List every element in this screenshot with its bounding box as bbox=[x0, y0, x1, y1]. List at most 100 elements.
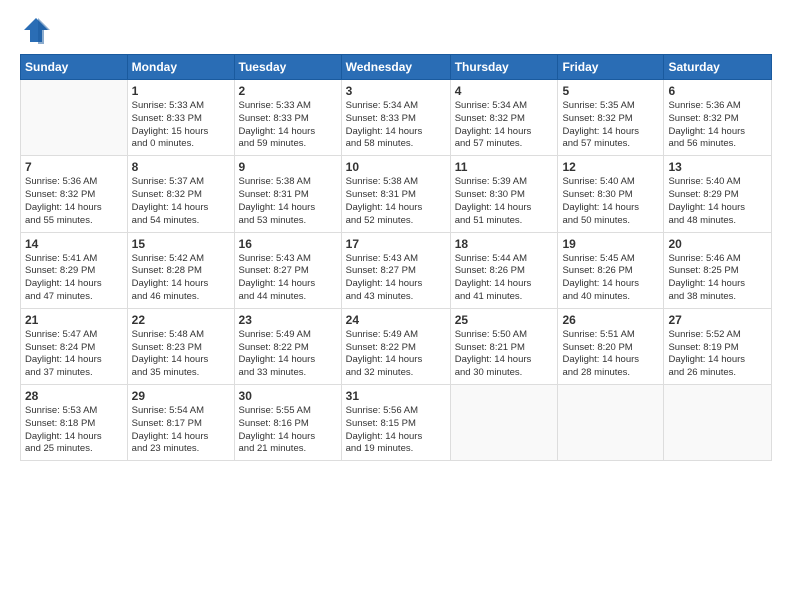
day-info: Sunrise: 5:56 AM Sunset: 8:15 PM Dayligh… bbox=[346, 405, 446, 456]
weekday-thursday: Thursday bbox=[450, 55, 558, 80]
calendar-cell: 10 Sunrise: 5:38 AM Sunset: 8:31 PM Dayli… bbox=[341, 156, 450, 232]
day-info: Sunrise: 5:35 AM Sunset: 8:32 PM Dayligh… bbox=[562, 100, 659, 151]
calendar-cell: 30 Sunrise: 5:55 AM Sunset: 8:16 PM Dayli… bbox=[234, 385, 341, 461]
calendar-cell: 17 Sunrise: 5:43 AM Sunset: 8:27 PM Dayli… bbox=[341, 232, 450, 308]
day-info: Sunrise: 5:34 AM Sunset: 8:32 PM Dayligh… bbox=[455, 100, 554, 151]
logo bbox=[20, 16, 50, 44]
day-number: 6 bbox=[668, 84, 767, 98]
day-info: Sunrise: 5:49 AM Sunset: 8:22 PM Dayligh… bbox=[239, 329, 337, 380]
day-info: Sunrise: 5:45 AM Sunset: 8:26 PM Dayligh… bbox=[562, 253, 659, 304]
day-info: Sunrise: 5:41 AM Sunset: 8:29 PM Dayligh… bbox=[25, 253, 123, 304]
calendar-cell bbox=[664, 385, 772, 461]
day-number: 31 bbox=[346, 389, 446, 403]
calendar-cell: 31 Sunrise: 5:56 AM Sunset: 8:15 PM Dayli… bbox=[341, 385, 450, 461]
day-number: 22 bbox=[132, 313, 230, 327]
weekday-saturday: Saturday bbox=[664, 55, 772, 80]
weekday-header-row: SundayMondayTuesdayWednesdayThursdayFrid… bbox=[21, 55, 772, 80]
day-number: 23 bbox=[239, 313, 337, 327]
day-number: 4 bbox=[455, 84, 554, 98]
day-number: 26 bbox=[562, 313, 659, 327]
calendar-cell: 9Sunrise: 5:38 AM Sunset: 8:31 PM Daylig… bbox=[234, 156, 341, 232]
calendar-cell: 18 Sunrise: 5:44 AM Sunset: 8:26 PM Dayli… bbox=[450, 232, 558, 308]
calendar-cell: 14 Sunrise: 5:41 AM Sunset: 8:29 PM Dayli… bbox=[21, 232, 128, 308]
day-number: 20 bbox=[668, 237, 767, 251]
day-number: 21 bbox=[25, 313, 123, 327]
calendar: SundayMondayTuesdayWednesdayThursdayFrid… bbox=[20, 54, 772, 461]
day-info: Sunrise: 5:54 AM Sunset: 8:17 PM Dayligh… bbox=[132, 405, 230, 456]
day-number: 25 bbox=[455, 313, 554, 327]
day-number: 5 bbox=[562, 84, 659, 98]
calendar-cell: 11 Sunrise: 5:39 AM Sunset: 8:30 PM Dayli… bbox=[450, 156, 558, 232]
calendar-cell: 6 Sunrise: 5:36 AM Sunset: 8:32 PM Daylig… bbox=[664, 80, 772, 156]
day-info: Sunrise: 5:40 AM Sunset: 8:30 PM Dayligh… bbox=[562, 176, 659, 227]
calendar-week-5: 28 Sunrise: 5:53 AM Sunset: 8:18 PM Dayli… bbox=[21, 385, 772, 461]
calendar-cell: 24 Sunrise: 5:49 AM Sunset: 8:22 PM Dayli… bbox=[341, 308, 450, 384]
day-info: Sunrise: 5:36 AM Sunset: 8:32 PM Dayligh… bbox=[668, 100, 767, 151]
calendar-cell bbox=[450, 385, 558, 461]
day-number: 17 bbox=[346, 237, 446, 251]
day-number: 12 bbox=[562, 160, 659, 174]
calendar-cell: 3Sunrise: 5:34 AM Sunset: 8:33 PM Daylig… bbox=[341, 80, 450, 156]
day-number: 29 bbox=[132, 389, 230, 403]
day-number: 7 bbox=[25, 160, 123, 174]
day-info: Sunrise: 5:33 AM Sunset: 8:33 PM Dayligh… bbox=[132, 100, 230, 151]
day-number: 11 bbox=[455, 160, 554, 174]
calendar-week-4: 21Sunrise: 5:47 AM Sunset: 8:24 PM Dayli… bbox=[21, 308, 772, 384]
calendar-cell: 29 Sunrise: 5:54 AM Sunset: 8:17 PM Dayli… bbox=[127, 385, 234, 461]
calendar-cell: 25 Sunrise: 5:50 AM Sunset: 8:21 PM Dayli… bbox=[450, 308, 558, 384]
calendar-cell: 5 Sunrise: 5:35 AM Sunset: 8:32 PM Daylig… bbox=[558, 80, 664, 156]
calendar-cell: 21Sunrise: 5:47 AM Sunset: 8:24 PM Dayli… bbox=[21, 308, 128, 384]
day-number: 2 bbox=[239, 84, 337, 98]
day-info: Sunrise: 5:33 AM Sunset: 8:33 PM Dayligh… bbox=[239, 100, 337, 151]
day-number: 16 bbox=[239, 237, 337, 251]
day-info: Sunrise: 5:49 AM Sunset: 8:22 PM Dayligh… bbox=[346, 329, 446, 380]
calendar-cell: 7 Sunrise: 5:36 AM Sunset: 8:32 PM Daylig… bbox=[21, 156, 128, 232]
calendar-cell bbox=[558, 385, 664, 461]
calendar-cell bbox=[21, 80, 128, 156]
day-info: Sunrise: 5:51 AM Sunset: 8:20 PM Dayligh… bbox=[562, 329, 659, 380]
calendar-cell: 13Sunrise: 5:40 AM Sunset: 8:29 PM Dayli… bbox=[664, 156, 772, 232]
header bbox=[20, 16, 772, 44]
weekday-monday: Monday bbox=[127, 55, 234, 80]
weekday-sunday: Sunday bbox=[21, 55, 128, 80]
calendar-cell: 15 Sunrise: 5:42 AM Sunset: 8:28 PM Dayli… bbox=[127, 232, 234, 308]
day-info: Sunrise: 5:52 AM Sunset: 8:19 PM Dayligh… bbox=[668, 329, 767, 380]
day-number: 27 bbox=[668, 313, 767, 327]
day-info: Sunrise: 5:34 AM Sunset: 8:33 PM Dayligh… bbox=[346, 100, 446, 151]
calendar-week-2: 7 Sunrise: 5:36 AM Sunset: 8:32 PM Daylig… bbox=[21, 156, 772, 232]
day-info: Sunrise: 5:42 AM Sunset: 8:28 PM Dayligh… bbox=[132, 253, 230, 304]
day-info: Sunrise: 5:53 AM Sunset: 8:18 PM Dayligh… bbox=[25, 405, 123, 456]
day-number: 15 bbox=[132, 237, 230, 251]
day-info: Sunrise: 5:40 AM Sunset: 8:29 PM Dayligh… bbox=[668, 176, 767, 227]
day-info: Sunrise: 5:38 AM Sunset: 8:31 PM Dayligh… bbox=[346, 176, 446, 227]
day-info: Sunrise: 5:39 AM Sunset: 8:30 PM Dayligh… bbox=[455, 176, 554, 227]
calendar-cell: 22Sunrise: 5:48 AM Sunset: 8:23 PM Dayli… bbox=[127, 308, 234, 384]
calendar-cell: 16 Sunrise: 5:43 AM Sunset: 8:27 PM Dayli… bbox=[234, 232, 341, 308]
weekday-friday: Friday bbox=[558, 55, 664, 80]
day-info: Sunrise: 5:50 AM Sunset: 8:21 PM Dayligh… bbox=[455, 329, 554, 380]
day-number: 10 bbox=[346, 160, 446, 174]
calendar-cell: 19Sunrise: 5:45 AM Sunset: 8:26 PM Dayli… bbox=[558, 232, 664, 308]
calendar-cell: 1Sunrise: 5:33 AM Sunset: 8:33 PM Daylig… bbox=[127, 80, 234, 156]
day-number: 14 bbox=[25, 237, 123, 251]
day-info: Sunrise: 5:38 AM Sunset: 8:31 PM Dayligh… bbox=[239, 176, 337, 227]
day-number: 28 bbox=[25, 389, 123, 403]
day-info: Sunrise: 5:55 AM Sunset: 8:16 PM Dayligh… bbox=[239, 405, 337, 456]
day-info: Sunrise: 5:44 AM Sunset: 8:26 PM Dayligh… bbox=[455, 253, 554, 304]
day-number: 30 bbox=[239, 389, 337, 403]
day-number: 8 bbox=[132, 160, 230, 174]
day-number: 18 bbox=[455, 237, 554, 251]
calendar-cell: 4 Sunrise: 5:34 AM Sunset: 8:32 PM Daylig… bbox=[450, 80, 558, 156]
calendar-cell: 23 Sunrise: 5:49 AM Sunset: 8:22 PM Dayli… bbox=[234, 308, 341, 384]
day-info: Sunrise: 5:43 AM Sunset: 8:27 PM Dayligh… bbox=[239, 253, 337, 304]
calendar-week-3: 14 Sunrise: 5:41 AM Sunset: 8:29 PM Dayli… bbox=[21, 232, 772, 308]
calendar-cell: 8Sunrise: 5:37 AM Sunset: 8:32 PM Daylig… bbox=[127, 156, 234, 232]
calendar-cell: 2 Sunrise: 5:33 AM Sunset: 8:33 PM Daylig… bbox=[234, 80, 341, 156]
page: SundayMondayTuesdayWednesdayThursdayFrid… bbox=[0, 0, 792, 612]
day-info: Sunrise: 5:43 AM Sunset: 8:27 PM Dayligh… bbox=[346, 253, 446, 304]
day-info: Sunrise: 5:46 AM Sunset: 8:25 PM Dayligh… bbox=[668, 253, 767, 304]
day-number: 24 bbox=[346, 313, 446, 327]
day-info: Sunrise: 5:36 AM Sunset: 8:32 PM Dayligh… bbox=[25, 176, 123, 227]
calendar-cell: 27 Sunrise: 5:52 AM Sunset: 8:19 PM Dayli… bbox=[664, 308, 772, 384]
logo-icon bbox=[22, 16, 50, 44]
